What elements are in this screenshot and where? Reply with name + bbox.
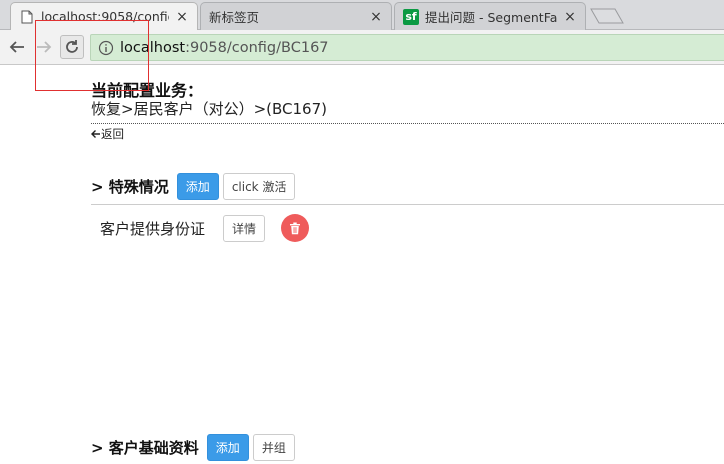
add-button[interactable]: 添加 — [176, 173, 219, 200]
tab-title: 新标签页 — [209, 10, 260, 25]
back-arrow-icon[interactable] — [6, 36, 28, 58]
browser-toolbar: localhost:9058/config/BC167 — [0, 30, 724, 65]
dotted-divider — [91, 123, 724, 124]
address-bar[interactable]: localhost:9058/config/BC167 — [90, 34, 724, 61]
click-activate-button[interactable]: click 激活 — [222, 173, 296, 200]
section-special-cases: > 特殊情况 添加 click 激活 — [91, 173, 296, 200]
close-icon[interactable]: × — [369, 10, 383, 24]
trash-icon — [290, 222, 301, 234]
delete-button[interactable] — [281, 214, 310, 242]
tab-strip: localhost:9058/config/B × 新标签页 × sf 提出问题… — [0, 0, 724, 30]
sf-logo-icon: sf — [403, 8, 419, 25]
list-item: 客户提供身份证 详情 — [100, 214, 310, 242]
new-tab-button[interactable] — [590, 8, 624, 24]
section-divider — [91, 204, 724, 205]
url-host: localhost — [120, 39, 186, 56]
reload-icon[interactable] — [60, 35, 84, 59]
merge-group-button[interactable]: 并组 — [252, 434, 295, 461]
item-label: 客户提供身份证 — [100, 219, 206, 238]
tab-title: localhost:9058/config/B — [41, 9, 169, 24]
page-icon — [19, 9, 35, 25]
forward-arrow-icon[interactable] — [33, 36, 55, 58]
page-content: 当前配置业务： 恢复>居民客户（对公）>(BC167) 返回 > 特殊情况 添加… — [0, 66, 724, 464]
left-arrow-icon — [91, 130, 100, 138]
detail-button[interactable]: 详情 — [223, 214, 266, 242]
close-icon[interactable]: × — [563, 10, 577, 24]
section-title: > 特殊情况 — [91, 178, 169, 196]
add-button[interactable]: 添加 — [206, 434, 249, 461]
tab-new-tab[interactable]: 新标签页 × — [200, 2, 392, 30]
section-title: > 客户基础资料 — [91, 439, 199, 457]
url-path: :9058/config/BC167 — [185, 39, 329, 56]
tab-segmentfault[interactable]: sf 提出问题 - SegmentFaul × — [394, 2, 586, 30]
info-icon[interactable] — [98, 40, 114, 56]
back-link-label: 返回 — [101, 127, 124, 141]
tab-localhost[interactable]: localhost:9058/config/B × — [10, 2, 198, 30]
section-customer-basics: > 客户基础资料 添加 并组 — [91, 434, 295, 461]
current-config-path: 恢复>居民客户（对公）>(BC167) — [91, 100, 327, 118]
tab-title: 提出问题 - SegmentFaul — [425, 10, 557, 25]
back-link[interactable]: 返回 — [91, 126, 124, 142]
close-icon[interactable]: × — [175, 10, 189, 24]
